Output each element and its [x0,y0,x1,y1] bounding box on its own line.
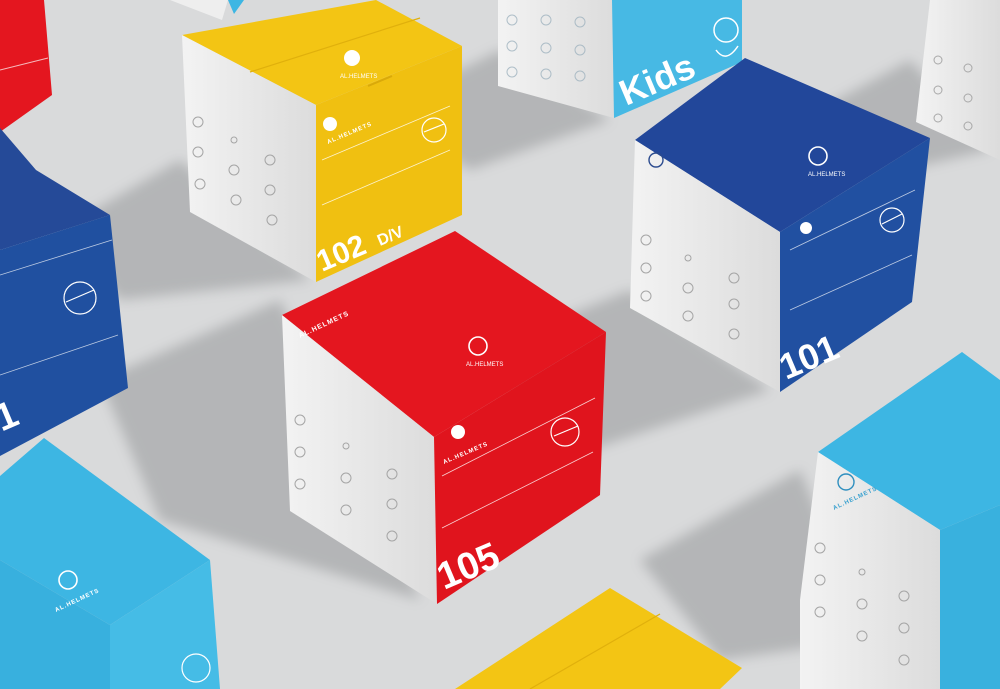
boxes-scene: Kids AL.HELMETS AL.HELMETS 102 D/V 01 AL… [0,0,1000,689]
svg-text:AL.HELMETS: AL.HELMETS [808,172,845,178]
product-photo: Kids AL.HELMETS AL.HELMETS 102 D/V 01 AL… [0,0,1000,689]
svg-text:AL.HELMETS: AL.HELMETS [466,362,503,368]
brand-logo-side [323,117,337,131]
svg-text:AL.HELMETS: AL.HELMETS [340,74,377,80]
